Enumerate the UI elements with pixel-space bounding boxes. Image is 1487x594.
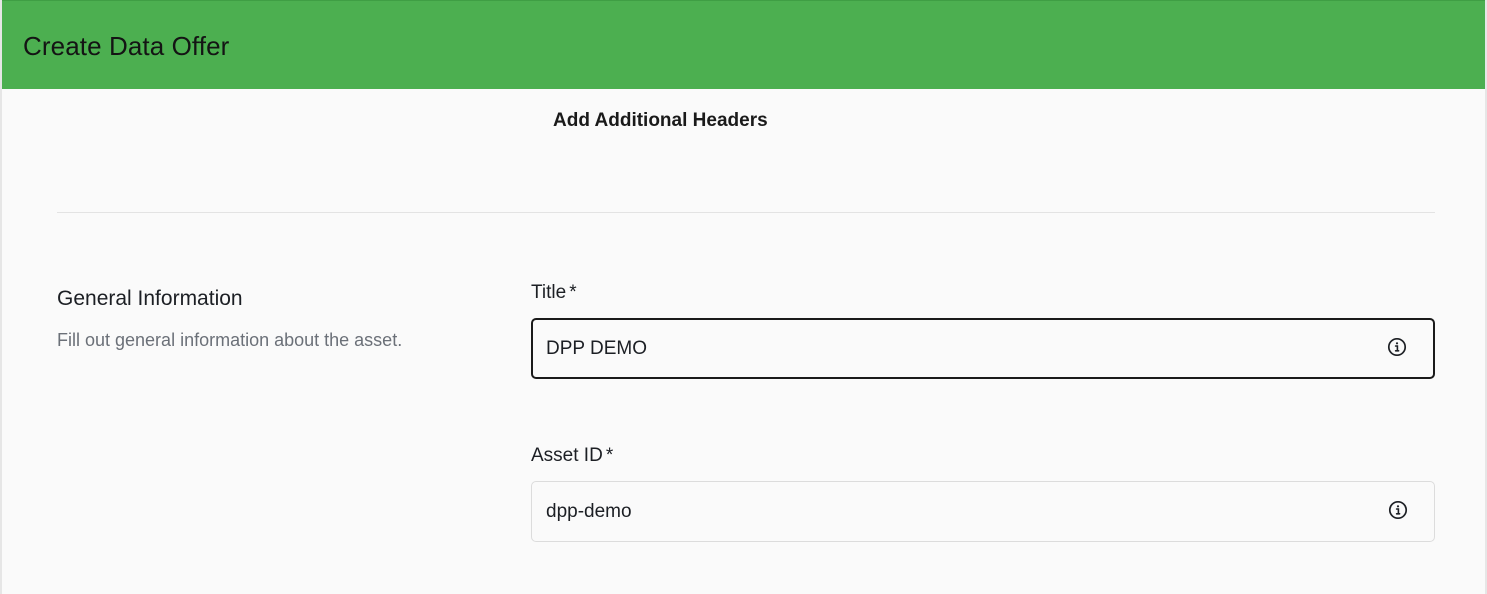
title-field-label: Title * — [531, 282, 577, 304]
asset-id-field-label: Asset ID * — [531, 445, 613, 467]
section-divider — [57, 212, 1435, 213]
add-additional-headers-button[interactable]: Add Additional Headers — [553, 110, 768, 132]
info-icon[interactable] — [1388, 500, 1408, 520]
page-title: Create Data Offer — [23, 31, 230, 61]
general-information-title: General Information — [57, 287, 243, 310]
required-marker: * — [605, 445, 614, 466]
page-header: Create Data Offer — [2, 0, 1485, 89]
asset-id-label-text: Asset ID — [531, 445, 603, 466]
info-icon[interactable] — [1387, 337, 1407, 357]
title-input-container[interactable] — [531, 318, 1435, 379]
general-information-description: Fill out general information about the a… — [57, 330, 403, 350]
asset-id-input-container[interactable] — [531, 481, 1435, 542]
asset-id-input[interactable] — [546, 482, 1366, 541]
title-label-text: Title — [531, 282, 567, 303]
required-marker: * — [569, 282, 577, 303]
title-input[interactable] — [546, 320, 1366, 377]
